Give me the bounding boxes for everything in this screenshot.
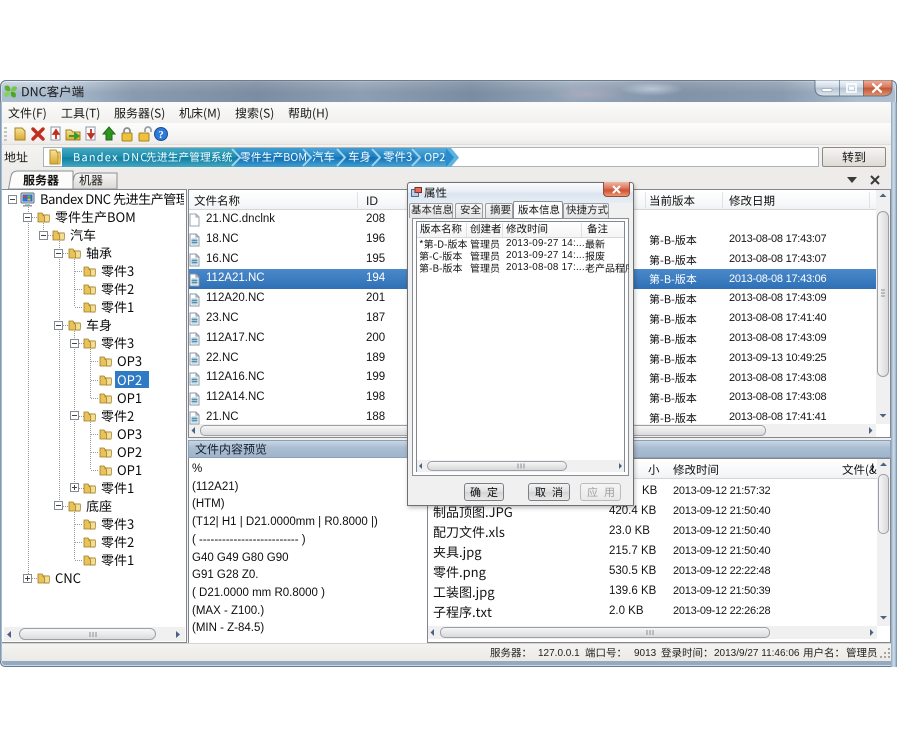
svg-text:?: ?: [158, 129, 164, 141]
